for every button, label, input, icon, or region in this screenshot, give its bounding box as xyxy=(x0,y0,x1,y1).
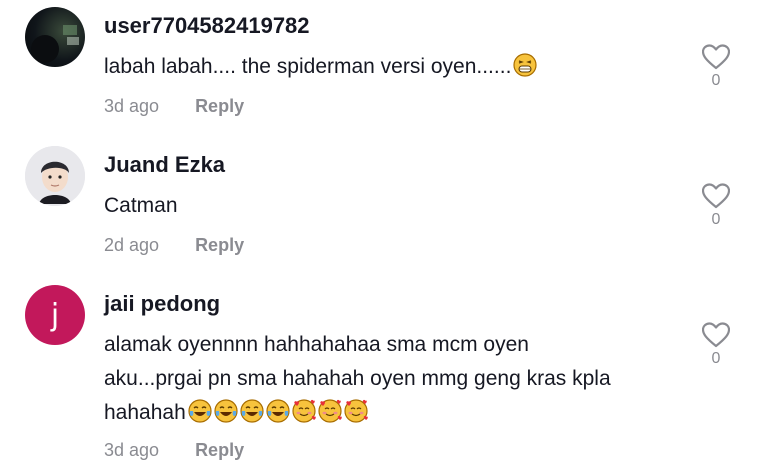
avatar-photo-icon xyxy=(31,25,79,63)
comment-text-line-3: hahahah xyxy=(104,396,684,430)
tears-of-joy-emoji-icon xyxy=(188,399,212,423)
comment-meta: 3d ago Reply xyxy=(104,440,244,461)
heart-icon[interactable] xyxy=(702,322,730,348)
timestamp: 3d ago xyxy=(104,96,160,116)
heart-icon[interactable] xyxy=(702,44,730,70)
like-count: 0 xyxy=(711,211,721,228)
like-button[interactable]: 0 xyxy=(700,322,732,368)
smiling-hearts-emoji-icon xyxy=(318,399,342,423)
username[interactable]: Juand Ezka xyxy=(104,152,225,178)
avatar[interactable] xyxy=(25,146,85,206)
heart-icon[interactable] xyxy=(702,183,730,209)
comment-text: Catman xyxy=(104,189,684,223)
reply-button[interactable]: Reply xyxy=(195,440,244,460)
comment-text-line: hahahah xyxy=(104,401,186,424)
timestamp: 2d ago xyxy=(104,235,160,255)
tears-of-joy-emoji-icon xyxy=(240,399,264,423)
like-button[interactable]: 0 xyxy=(700,183,732,229)
comment-text-content: Catman xyxy=(104,194,178,217)
like-count: 0 xyxy=(711,72,721,89)
avatar[interactable] xyxy=(25,7,85,67)
username[interactable]: user7704582419782 xyxy=(104,13,310,39)
smiling-hearts-emoji-icon xyxy=(344,399,368,423)
comment-text: labah labah.... the spiderman versi oyen… xyxy=(104,50,684,84)
like-count: 0 xyxy=(711,350,721,367)
comment-text-content: labah labah.... the spiderman versi oyen… xyxy=(104,55,512,78)
comment-text-line: alamak oyennnn hahhahahaa sma mcm oyen xyxy=(104,333,529,356)
tears-of-joy-emoji-icon xyxy=(214,399,238,423)
avatar[interactable]: j xyxy=(25,285,85,345)
like-button[interactable]: 0 xyxy=(700,44,732,90)
cartoon-face-avatar-icon xyxy=(25,146,85,206)
comment-meta: 2d ago Reply xyxy=(104,235,244,256)
comment-meta: 3d ago Reply xyxy=(104,96,244,117)
reply-button[interactable]: Reply xyxy=(195,96,244,116)
timestamp: 3d ago xyxy=(104,440,160,460)
grinning-squint-emoji-icon xyxy=(513,53,538,77)
comment-text: alamak oyennnn hahhahahaa sma mcm oyen a… xyxy=(104,328,684,430)
comment-text-line: aku...prgai pn sma hahahah oyen mmg geng… xyxy=(104,367,611,390)
smiling-hearts-emoji-icon xyxy=(292,399,316,423)
reply-button[interactable]: Reply xyxy=(195,235,244,255)
tears-of-joy-emoji-icon xyxy=(266,399,290,423)
avatar-letter: j xyxy=(50,297,60,333)
username[interactable]: jaii pedong xyxy=(104,291,220,317)
